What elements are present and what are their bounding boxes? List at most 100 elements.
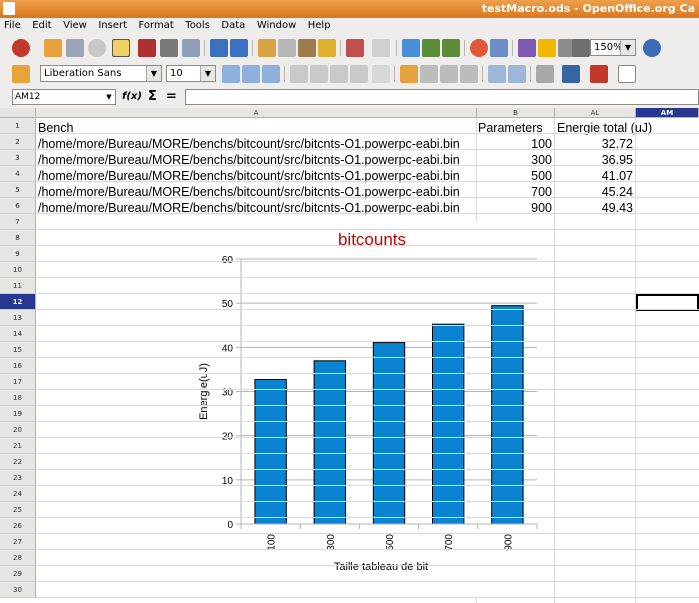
menu-data[interactable]: Data <box>217 18 249 31</box>
column-header-a[interactable]: A <box>36 108 477 118</box>
menu-edit[interactable]: Edit <box>28 18 55 31</box>
row-header-8[interactable]: 8 <box>0 230 36 246</box>
row-header-2[interactable]: 2 <box>0 134 36 150</box>
row-header-16[interactable]: 16 <box>0 358 36 374</box>
currency-format-icon[interactable] <box>400 65 418 83</box>
decrease-indent-icon[interactable] <box>488 65 506 83</box>
chevron-down-icon[interactable]: ▼ <box>103 90 115 104</box>
row-header-9[interactable]: 9 <box>0 246 36 262</box>
menu-format[interactable]: Format <box>135 18 178 31</box>
row-header-4[interactable]: 4 <box>0 166 36 182</box>
copy-icon[interactable] <box>278 39 296 57</box>
paste-icon[interactable] <box>298 39 316 57</box>
cut-icon[interactable] <box>258 39 276 57</box>
row-header-20[interactable]: 20 <box>0 422 36 438</box>
row-header-24[interactable]: 24 <box>0 486 36 502</box>
menu-insert[interactable]: Insert <box>94 18 131 31</box>
font-name-select[interactable]: Liberation Sans ▼ <box>40 65 162 82</box>
italic-icon[interactable] <box>242 65 260 83</box>
export-pdf-icon[interactable] <box>138 39 156 57</box>
justify-icon[interactable] <box>350 65 368 83</box>
formula-input[interactable] <box>185 89 699 105</box>
hyperlink-icon[interactable] <box>402 39 420 57</box>
chevron-down-icon[interactable]: ▼ <box>620 40 635 55</box>
row-header-29[interactable]: 29 <box>0 566 36 582</box>
format-paintbrush-icon[interactable] <box>318 39 336 57</box>
row-header-7[interactable]: 7 <box>0 214 36 230</box>
edit-file-icon[interactable] <box>112 39 130 57</box>
menu-file[interactable]: File <box>0 18 25 31</box>
align-center-icon[interactable] <box>310 65 328 83</box>
row-header-18[interactable]: 18 <box>0 390 36 406</box>
row-header-5[interactable]: 5 <box>0 182 36 198</box>
spellcheck-icon[interactable] <box>210 39 228 57</box>
row-header-26[interactable]: 26 <box>0 518 36 534</box>
row-header-23[interactable]: 23 <box>0 470 36 486</box>
add-decimal-icon[interactable] <box>440 65 458 83</box>
sort-ascending-icon[interactable] <box>422 39 440 57</box>
column-header-am[interactable]: AM <box>636 108 699 118</box>
bar-100[interactable] <box>254 378 287 525</box>
print-icon[interactable] <box>160 39 178 57</box>
row-header-28[interactable]: 28 <box>0 550 36 566</box>
equals-icon[interactable]: = <box>166 89 177 104</box>
merge-cells-icon[interactable] <box>372 65 390 83</box>
insert-chart-icon[interactable] <box>470 39 488 57</box>
align-left-icon[interactable] <box>290 65 308 83</box>
select-all-corner[interactable] <box>0 108 36 118</box>
row-header-19[interactable]: 19 <box>0 406 36 422</box>
row-header-1[interactable]: 1 <box>0 118 36 134</box>
spreadsheet-grid[interactable]: A B AL AM Bench Parameters Energie total… <box>0 108 699 603</box>
new-document-icon[interactable] <box>12 39 30 57</box>
row-header-15[interactable]: 15 <box>0 342 36 358</box>
grid-toggle-icon[interactable] <box>618 65 636 83</box>
sum-icon[interactable]: Σ <box>148 89 157 104</box>
row-header-6[interactable]: 6 <box>0 198 36 214</box>
column-header-b[interactable]: B <box>477 108 555 118</box>
borders-icon[interactable] <box>536 65 554 83</box>
data-sources-icon[interactable] <box>572 39 590 57</box>
row-header-12[interactable]: 12 <box>0 294 36 310</box>
menu-view[interactable]: View <box>59 18 91 31</box>
menu-window[interactable]: Window <box>253 18 300 31</box>
underline-icon[interactable] <box>262 65 280 83</box>
print-preview-icon[interactable] <box>182 39 200 57</box>
autospellcheck-icon[interactable] <box>230 39 248 57</box>
font-color-icon[interactable] <box>590 65 608 83</box>
bar-500[interactable] <box>372 342 406 525</box>
chevron-down-icon[interactable]: ▼ <box>146 66 161 81</box>
save-icon[interactable] <box>66 39 84 57</box>
font-size-select[interactable]: 10 ▼ <box>166 65 216 82</box>
email-icon[interactable] <box>88 39 106 57</box>
row-header-27[interactable]: 27 <box>0 534 36 550</box>
row-header-10[interactable]: 10 <box>0 262 36 278</box>
menu-tools[interactable]: Tools <box>181 18 214 31</box>
percent-format-icon[interactable] <box>420 65 438 83</box>
pivot-table-icon[interactable] <box>490 39 508 57</box>
chevron-down-icon[interactable]: ▼ <box>200 66 215 81</box>
row-header-21[interactable]: 21 <box>0 438 36 454</box>
background-color-icon[interactable] <box>562 65 580 83</box>
undo-icon[interactable] <box>346 39 364 57</box>
increase-indent-icon[interactable] <box>508 65 526 83</box>
delete-decimal-icon[interactable] <box>460 65 478 83</box>
zoom-select[interactable]: 150% ▼ <box>590 39 636 56</box>
redo-icon[interactable] <box>372 39 390 57</box>
show-draw-functions-icon[interactable] <box>518 39 536 57</box>
row-header-3[interactable]: 3 <box>0 150 36 166</box>
row-header-13[interactable]: 13 <box>0 310 36 326</box>
navigator-icon[interactable] <box>538 39 556 57</box>
row-header-22[interactable]: 22 <box>0 454 36 470</box>
styles-formatting-icon[interactable] <box>12 65 30 83</box>
help-icon[interactable] <box>643 39 661 57</box>
name-box[interactable]: AM12 ▼ <box>12 89 116 105</box>
bar-300[interactable] <box>313 360 346 525</box>
row-header-30[interactable]: 30 <box>0 582 36 598</box>
bar-900[interactable] <box>491 305 524 525</box>
function-wizard-icon[interactable]: f(x) <box>122 91 142 102</box>
sort-descending-icon[interactable] <box>442 39 460 57</box>
row-header-14[interactable]: 14 <box>0 326 36 342</box>
menu-help[interactable]: Help <box>304 18 335 31</box>
row-header-11[interactable]: 11 <box>0 278 36 294</box>
bold-icon[interactable] <box>222 65 240 83</box>
